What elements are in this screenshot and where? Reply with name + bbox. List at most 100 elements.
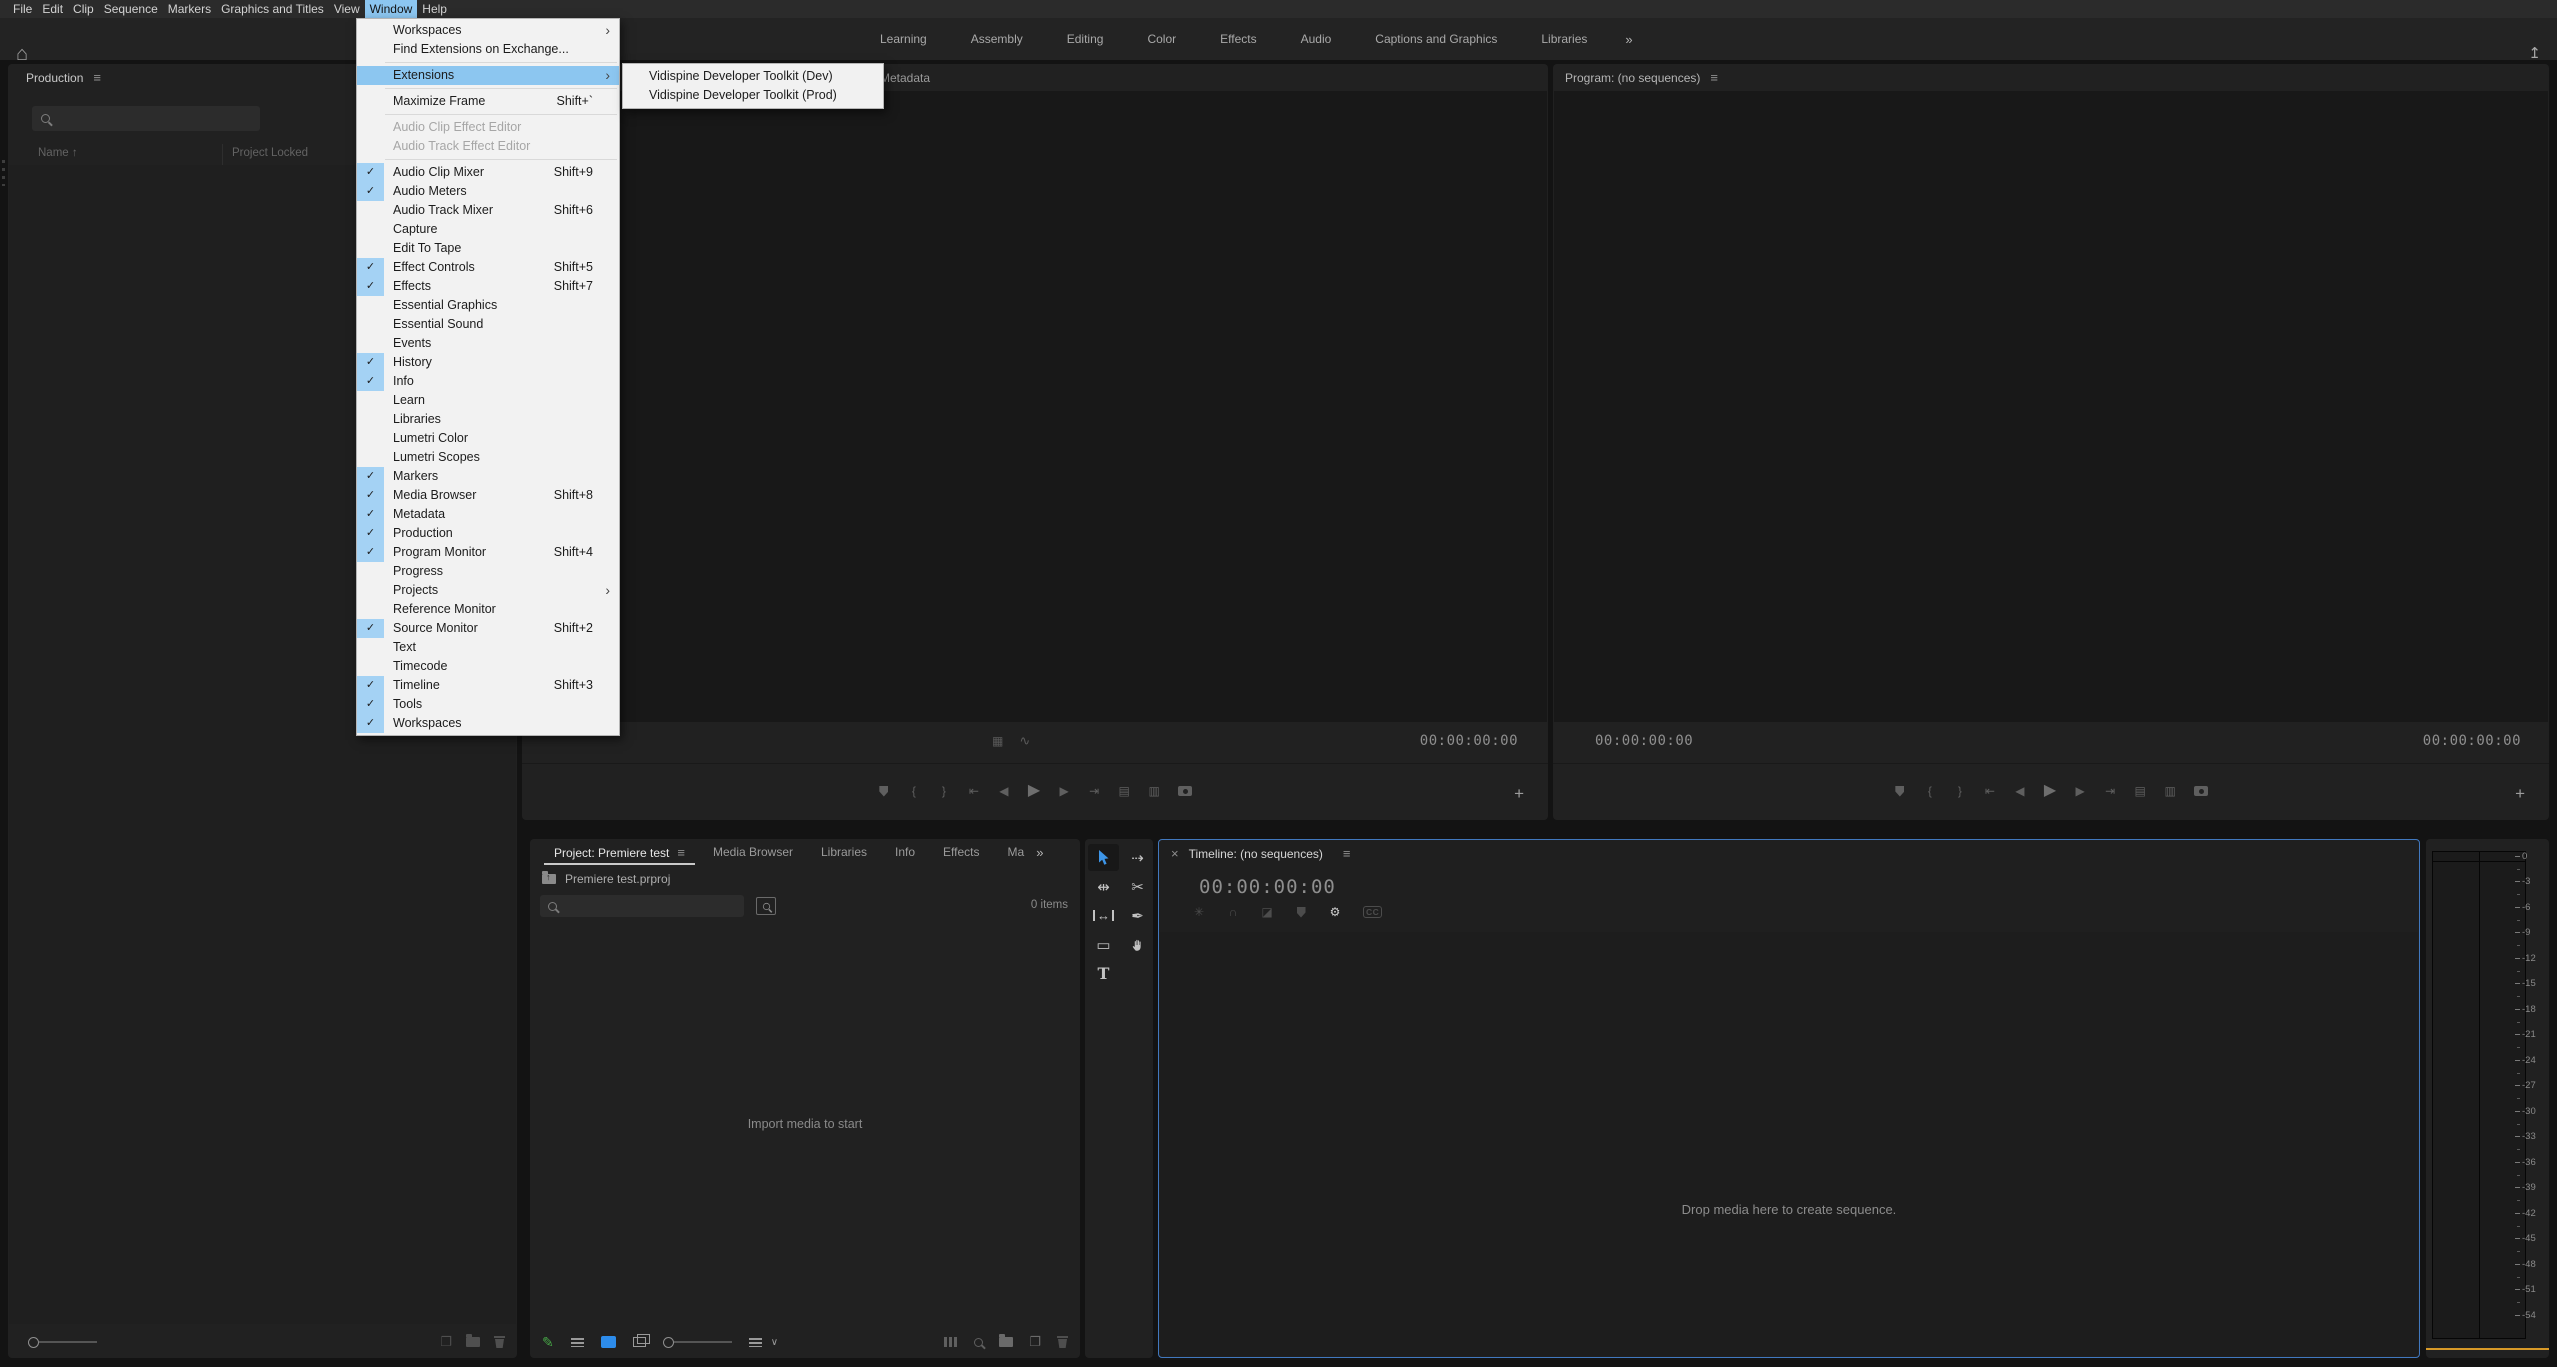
pen-tool[interactable]: ✒: [1122, 902, 1153, 929]
tab-ma[interactable]: Ma: [994, 839, 1039, 866]
menu-item-timecode[interactable]: Timecode: [357, 657, 619, 676]
workspace-tab-learning[interactable]: Learning: [858, 32, 949, 46]
submenu-item-vidispine-developer-toolkit-dev[interactable]: Vidispine Developer Toolkit (Dev): [623, 67, 883, 86]
production-search-input[interactable]: [32, 106, 260, 131]
project-search-input[interactable]: [540, 895, 744, 917]
menu-item-extensions[interactable]: Extensions›: [357, 66, 619, 85]
breadcrumb-label[interactable]: Premiere test.prproj: [565, 872, 670, 886]
menubar-item-sequence[interactable]: Sequence: [99, 0, 163, 18]
menu-item-media-browser[interactable]: ✓Media BrowserShift+8: [357, 486, 619, 505]
icon-view-icon[interactable]: [601, 1336, 616, 1348]
timeline-track-area[interactable]: Drop media here to create sequence.: [1160, 932, 2418, 1356]
home-icon[interactable]: ⌂: [16, 44, 28, 64]
find-icon[interactable]: [974, 1338, 983, 1347]
selection-tool[interactable]: [1088, 844, 1119, 871]
export-frame-icon[interactable]: [1178, 786, 1192, 796]
panel-menu-icon[interactable]: ≡: [1710, 70, 1718, 85]
lift-icon[interactable]: ▤: [2134, 785, 2146, 797]
menubar-item-graphics-and-titles[interactable]: Graphics and Titles: [216, 0, 329, 18]
menu-item-source-monitor[interactable]: ✓Source MonitorShift+2: [357, 619, 619, 638]
menu-item-audio-track-effect-editor[interactable]: Audio Track Effect Editor: [357, 137, 619, 156]
program-monitor-well[interactable]: [1554, 91, 2548, 722]
export-icon[interactable]: ↥: [2528, 46, 2541, 61]
menubar-item-view[interactable]: View: [329, 0, 365, 18]
mark-in-icon[interactable]: {: [908, 785, 920, 797]
preview-area-icon[interactable]: [944, 1337, 958, 1347]
tab-timeline[interactable]: Timeline: (no sequences): [1189, 847, 1323, 861]
column-divider[interactable]: [222, 144, 223, 165]
tab-project-premiere-test[interactable]: Project: Premiere test≡: [540, 839, 699, 866]
ripple-edit-tool[interactable]: ⇹: [1088, 873, 1119, 900]
step-back-icon[interactable]: ◀: [2014, 785, 2026, 797]
add-marker-icon[interactable]: [1894, 786, 1906, 797]
type-tool[interactable]: T: [1088, 960, 1119, 987]
new-item-icon[interactable]: ❐: [1029, 1334, 1041, 1350]
menu-item-lumetri-color[interactable]: Lumetri Color: [357, 429, 619, 448]
linked-selection-icon[interactable]: ◪: [1261, 906, 1273, 918]
menu-item-edit-to-tape[interactable]: Edit To Tape: [357, 239, 619, 258]
list-view-icon[interactable]: [571, 1337, 584, 1347]
extract-icon[interactable]: ▥: [2164, 785, 2176, 797]
step-forward-icon[interactable]: ▶: [2074, 785, 2086, 797]
menu-item-lumetri-scopes[interactable]: Lumetri Scopes: [357, 448, 619, 467]
menubar-item-clip[interactable]: Clip: [68, 0, 99, 18]
drag-video-icon[interactable]: ▦: [992, 734, 1003, 748]
menu-item-production[interactable]: ✓Production: [357, 524, 619, 543]
step-back-icon[interactable]: ◀: [998, 785, 1010, 797]
tab-libraries[interactable]: Libraries: [807, 839, 881, 866]
menu-item-find-extensions-on-exchange[interactable]: Find Extensions on Exchange...: [357, 40, 619, 59]
dock-handle[interactable]: [2, 160, 5, 186]
menubar-item-file[interactable]: File: [8, 0, 37, 18]
export-frame-icon[interactable]: [2194, 786, 2208, 796]
find-in-project-icon[interactable]: [756, 897, 776, 915]
panel-menu-icon[interactable]: ≡: [93, 70, 101, 85]
menu-item-timeline[interactable]: ✓TimelineShift+3: [357, 676, 619, 695]
workspace-tab-effects[interactable]: Effects: [1198, 32, 1278, 46]
submenu-item-vidispine-developer-toolkit-prod[interactable]: Vidispine Developer Toolkit (Prod): [623, 86, 883, 105]
workspace-tab-libraries[interactable]: Libraries: [1519, 32, 1609, 46]
captions-icon[interactable]: CC: [1363, 906, 1382, 918]
freeform-view-icon[interactable]: [633, 1337, 646, 1347]
timeline-settings-wrench-icon[interactable]: ⚙: [1329, 906, 1341, 918]
add-marker-icon[interactable]: [1295, 907, 1307, 918]
menu-item-audio-meters[interactable]: ✓Audio Meters: [357, 182, 619, 201]
mark-in-icon[interactable]: {: [1924, 785, 1936, 797]
mark-out-icon[interactable]: }: [1954, 785, 1966, 797]
menu-item-metadata[interactable]: ✓Metadata: [357, 505, 619, 524]
workspace-tab-captions-and-graphics[interactable]: Captions and Graphics: [1353, 32, 1519, 46]
go-to-out-icon[interactable]: ⇥: [1088, 785, 1100, 797]
menubar-item-markers[interactable]: Markers: [163, 0, 216, 18]
add-marker-icon[interactable]: [878, 786, 890, 797]
menu-item-effects[interactable]: ✓EffectsShift+7: [357, 277, 619, 296]
mark-out-icon[interactable]: }: [938, 785, 950, 797]
navigate-up-icon[interactable]: [542, 874, 556, 884]
go-to-in-icon[interactable]: ⇤: [1984, 785, 1996, 797]
menu-item-info[interactable]: ✓Info: [357, 372, 619, 391]
workspace-tab-assembly[interactable]: Assembly: [949, 32, 1045, 46]
menu-item-workspaces[interactable]: Workspaces›: [357, 21, 619, 40]
menu-item-essential-sound[interactable]: Essential Sound: [357, 315, 619, 334]
menu-item-workspaces[interactable]: ✓Workspaces: [357, 714, 619, 733]
insert-overwrite-nest-icon[interactable]: ✳: [1193, 906, 1205, 918]
menu-item-effect-controls[interactable]: ✓Effect ControlsShift+5: [357, 258, 619, 277]
zoom-slider-knob[interactable]: [663, 1337, 674, 1348]
column-header-name[interactable]: Name ↑: [38, 147, 78, 159]
production-panel-title[interactable]: Production: [26, 71, 83, 85]
tab-metadata[interactable]: Metadata: [880, 71, 930, 85]
menu-item-audio-clip-effect-editor[interactable]: Audio Clip Effect Editor: [357, 118, 619, 137]
menu-item-reference-monitor[interactable]: Reference Monitor: [357, 600, 619, 619]
workspace-tab-audio[interactable]: Audio: [1279, 32, 1354, 46]
drag-audio-icon[interactable]: ∿: [1019, 733, 1030, 749]
delete-icon[interactable]: [1057, 1336, 1068, 1348]
go-to-out-icon[interactable]: ⇥: [2104, 785, 2116, 797]
sort-icon[interactable]: [749, 1337, 762, 1347]
zoom-slider-knob[interactable]: [28, 1337, 39, 1348]
source-monitor-well[interactable]: [523, 91, 1547, 722]
menu-item-tools[interactable]: ✓Tools: [357, 695, 619, 714]
menu-item-history[interactable]: ✓History: [357, 353, 619, 372]
tab-effects[interactable]: Effects: [929, 839, 993, 866]
menubar-item-help[interactable]: Help: [417, 0, 452, 18]
menu-item-maximize-frame[interactable]: Maximize FrameShift+`: [357, 92, 619, 111]
track-select-forward-tool[interactable]: ⇢: [1122, 844, 1153, 871]
thumbnail-zoom-slider[interactable]: [663, 1337, 732, 1348]
